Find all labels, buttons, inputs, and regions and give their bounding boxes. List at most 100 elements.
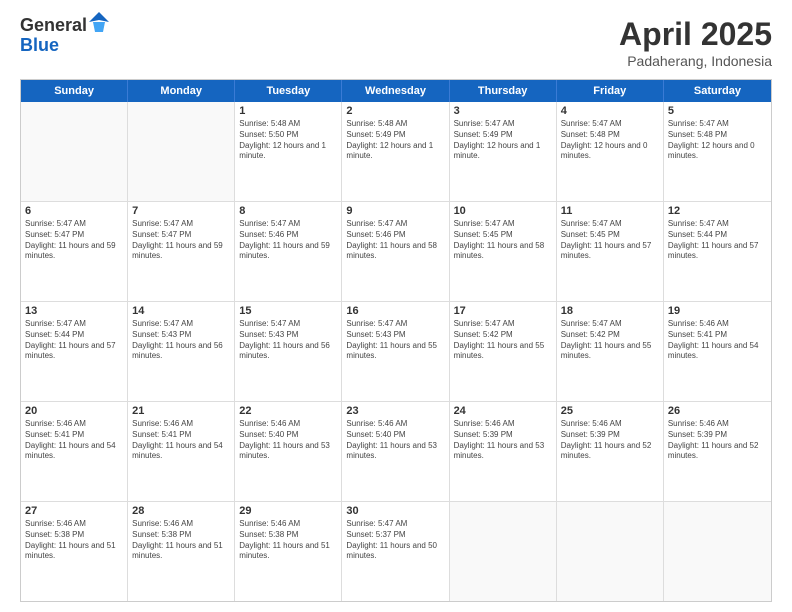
title-location: Padaherang, Indonesia <box>619 53 772 69</box>
cell-info: Sunrise: 5:47 AMSunset: 5:49 PMDaylight:… <box>454 119 552 162</box>
day-number: 15 <box>239 305 337 317</box>
calendar-row: 20 Sunrise: 5:46 AMSunset: 5:41 PMDayligh… <box>21 402 771 502</box>
calendar-cell <box>664 502 771 601</box>
cell-info: Sunrise: 5:47 AMSunset: 5:43 PMDaylight:… <box>239 319 337 362</box>
calendar-cell: 18Sunrise: 5:47 AMSunset: 5:42 PMDayligh… <box>557 302 664 401</box>
calendar-cell: 8 Sunrise: 5:47 AMSunset: 5:46 PMDaylight… <box>235 202 342 301</box>
calendar-cell: 13 Sunrise: 5:47 AMSunset: 5:44 PMDayligh… <box>21 302 128 401</box>
day-number: 1 <box>239 105 337 117</box>
cell-info: Sunrise: 5:46 AMSunset: 5:39 PMDaylight:… <box>454 419 552 462</box>
cell-info: Sunrise: 5:46 AMSunset: 5:38 PMDaylight:… <box>25 519 123 562</box>
calendar-cell: 7Sunrise: 5:47 AMSunset: 5:47 PMDaylight… <box>128 202 235 301</box>
cell-info: Sunrise: 5:47 AMSunset: 5:43 PMDaylight:… <box>132 319 230 362</box>
cell-info: Sunrise: 5:47 AMSunset: 5:46 PMDaylight:… <box>239 219 337 262</box>
calendar-header-cell: Sunday <box>21 80 128 102</box>
day-number: 17 <box>454 305 552 317</box>
calendar-cell: 29Sunrise: 5:46 AMSunset: 5:38 PMDayligh… <box>235 502 342 601</box>
logo-general-text: General <box>20 16 87 36</box>
logo: General Blue <box>20 16 109 56</box>
cell-info: Sunrise: 5:47 AMSunset: 5:43 PMDaylight:… <box>346 319 444 362</box>
day-number: 27 <box>25 505 123 517</box>
calendar-cell: 17 Sunrise: 5:47 AMSunset: 5:42 PMDayligh… <box>450 302 557 401</box>
day-number: 26 <box>668 405 767 417</box>
day-number: 28 <box>132 505 230 517</box>
day-number: 3 <box>454 105 552 117</box>
day-number: 22 <box>239 405 337 417</box>
calendar-header-cell: Saturday <box>664 80 771 102</box>
calendar-cell: 2Sunrise: 5:48 AMSunset: 5:49 PMDaylight… <box>342 102 449 201</box>
cell-info: Sunrise: 5:46 AMSunset: 5:41 PMDaylight:… <box>668 319 767 362</box>
day-number: 14 <box>132 305 230 317</box>
day-number: 4 <box>561 105 659 117</box>
cell-info: Sunrise: 5:46 AMSunset: 5:40 PMDaylight:… <box>239 419 337 462</box>
day-number: 21 <box>132 405 230 417</box>
title-month: April 2025 <box>619 16 772 53</box>
cell-info: Sunrise: 5:47 AMSunset: 5:48 PMDaylight:… <box>561 119 659 162</box>
cell-info: Sunrise: 5:46 AMSunset: 5:41 PMDaylight:… <box>132 419 230 462</box>
calendar-cell: 14 Sunrise: 5:47 AMSunset: 5:43 PMDayligh… <box>128 302 235 401</box>
day-number: 24 <box>454 405 552 417</box>
day-number: 8 <box>239 205 337 217</box>
cell-info: Sunrise: 5:47 AMSunset: 5:45 PMDaylight:… <box>454 219 552 262</box>
calendar-cell: 27 Sunrise: 5:46 AMSunset: 5:38 PMDayligh… <box>21 502 128 601</box>
day-number: 20 <box>25 405 123 417</box>
cell-info: Sunrise: 5:47 AMSunset: 5:47 PMDaylight:… <box>25 219 123 262</box>
calendar-cell: 20 Sunrise: 5:46 AMSunset: 5:41 PMDayligh… <box>21 402 128 501</box>
logo-icon <box>89 12 109 32</box>
cell-info: Sunrise: 5:46 AMSunset: 5:41 PMDaylight:… <box>25 419 123 462</box>
calendar-header-cell: Wednesday <box>342 80 449 102</box>
cell-info: Sunrise: 5:47 AMSunset: 5:37 PMDaylight:… <box>346 519 444 562</box>
cell-info: Sunrise: 5:47 AMSunset: 5:48 PMDaylight:… <box>668 119 767 162</box>
calendar-cell: 12Sunrise: 5:47 AMSunset: 5:44 PMDayligh… <box>664 202 771 301</box>
calendar-cell: 21 Sunrise: 5:46 AMSunset: 5:41 PMDayligh… <box>128 402 235 501</box>
calendar-row: 6 Sunrise: 5:47 AMSunset: 5:47 PMDaylight… <box>21 202 771 302</box>
calendar-cell: 6 Sunrise: 5:47 AMSunset: 5:47 PMDaylight… <box>21 202 128 301</box>
cell-info: Sunrise: 5:47 AMSunset: 5:42 PMDaylight:… <box>454 319 552 362</box>
calendar-cell: 15 Sunrise: 5:47 AMSunset: 5:43 PMDayligh… <box>235 302 342 401</box>
page: General Blue April 2025 Padaherang, Indo… <box>0 0 792 612</box>
day-number: 13 <box>25 305 123 317</box>
day-number: 25 <box>561 405 659 417</box>
day-number: 9 <box>346 205 444 217</box>
day-number: 16 <box>346 305 444 317</box>
header: General Blue April 2025 Padaherang, Indo… <box>20 16 772 69</box>
title-block: April 2025 Padaherang, Indonesia <box>619 16 772 69</box>
day-number: 6 <box>25 205 123 217</box>
day-number: 12 <box>668 205 767 217</box>
calendar-cell: 26 Sunrise: 5:46 AMSunset: 5:39 PMDayligh… <box>664 402 771 501</box>
calendar-cell: 19Sunrise: 5:46 AMSunset: 5:41 PMDayligh… <box>664 302 771 401</box>
cell-info: Sunrise: 5:48 AMSunset: 5:50 PMDaylight:… <box>239 119 337 162</box>
calendar-cell: 28 Sunrise: 5:46 AMSunset: 5:38 PMDayligh… <box>128 502 235 601</box>
calendar-cell: 30 Sunrise: 5:47 AMSunset: 5:37 PMDayligh… <box>342 502 449 601</box>
day-number: 11 <box>561 205 659 217</box>
calendar-row: 27 Sunrise: 5:46 AMSunset: 5:38 PMDayligh… <box>21 502 771 601</box>
calendar-row: 1 Sunrise: 5:48 AMSunset: 5:50 PMDaylight… <box>21 102 771 202</box>
calendar-cell: 4 Sunrise: 5:47 AMSunset: 5:48 PMDaylight… <box>557 102 664 201</box>
calendar: SundayMondayTuesdayWednesdayThursdayFrid… <box>20 79 772 602</box>
calendar-cell <box>21 102 128 201</box>
calendar-cell <box>450 502 557 601</box>
calendar-cell: 1 Sunrise: 5:48 AMSunset: 5:50 PMDaylight… <box>235 102 342 201</box>
calendar-body: 1 Sunrise: 5:48 AMSunset: 5:50 PMDaylight… <box>21 102 771 601</box>
day-number: 18 <box>561 305 659 317</box>
cell-info: Sunrise: 5:47 AMSunset: 5:44 PMDaylight:… <box>25 319 123 362</box>
calendar-header-cell: Thursday <box>450 80 557 102</box>
calendar-row: 13 Sunrise: 5:47 AMSunset: 5:44 PMDayligh… <box>21 302 771 402</box>
calendar-cell: 22 Sunrise: 5:46 AMSunset: 5:40 PMDayligh… <box>235 402 342 501</box>
cell-info: Sunrise: 5:46 AMSunset: 5:39 PMDaylight:… <box>668 419 767 462</box>
calendar-cell: 3 Sunrise: 5:47 AMSunset: 5:49 PMDaylight… <box>450 102 557 201</box>
day-number: 29 <box>239 505 337 517</box>
cell-info: Sunrise: 5:46 AMSunset: 5:39 PMDaylight:… <box>561 419 659 462</box>
calendar-cell <box>128 102 235 201</box>
calendar-cell: 23Sunrise: 5:46 AMSunset: 5:40 PMDayligh… <box>342 402 449 501</box>
day-number: 7 <box>132 205 230 217</box>
cell-info: Sunrise: 5:46 AMSunset: 5:38 PMDaylight:… <box>132 519 230 562</box>
calendar-cell: 24 Sunrise: 5:46 AMSunset: 5:39 PMDayligh… <box>450 402 557 501</box>
calendar-header-cell: Monday <box>128 80 235 102</box>
calendar-header-cell: Tuesday <box>235 80 342 102</box>
day-number: 2 <box>346 105 444 117</box>
calendar-cell: 11Sunrise: 5:47 AMSunset: 5:45 PMDayligh… <box>557 202 664 301</box>
day-number: 30 <box>346 505 444 517</box>
calendar-header-cell: Friday <box>557 80 664 102</box>
cell-info: Sunrise: 5:46 AMSunset: 5:40 PMDaylight:… <box>346 419 444 462</box>
